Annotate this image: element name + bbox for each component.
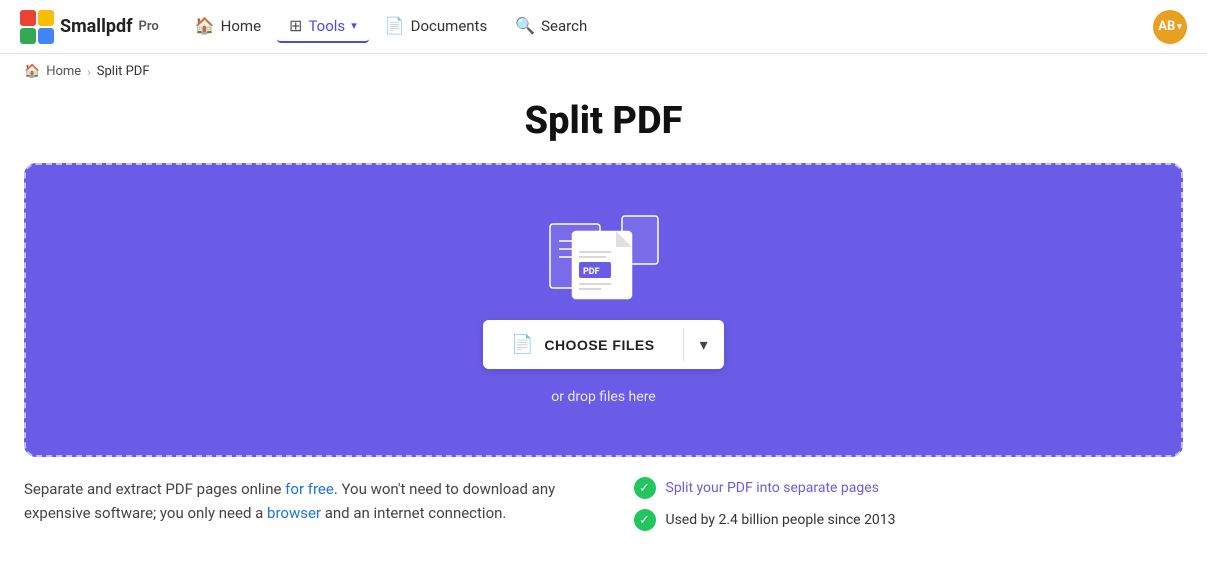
nav-home-label: Home xyxy=(221,17,261,35)
nav-documents[interactable]: 📄 Documents xyxy=(373,10,499,43)
breadcrumb-current: Split PDF xyxy=(97,64,150,79)
user-avatar[interactable]: AB ▾ xyxy=(1153,10,1187,44)
drop-hint-text: or drop files here xyxy=(551,389,655,405)
choose-files-dropdown-button[interactable]: ▾ xyxy=(684,320,724,369)
nav-search-label: Search xyxy=(541,17,587,35)
drop-zone-wrapper: ▷ PDF 📄 CHOOSE FILES xyxy=(24,163,1183,457)
logo-text: Smallpdf xyxy=(60,16,133,37)
choose-files-button[interactable]: 📄 CHOOSE FILES xyxy=(483,320,682,369)
choose-files-label: CHOOSE FILES xyxy=(544,337,654,353)
drop-zone[interactable]: ▷ PDF 📄 CHOOSE FILES xyxy=(24,163,1183,457)
dropdown-chevron-icon: ▾ xyxy=(700,335,708,355)
nav-documents-label: Documents xyxy=(411,17,488,35)
feature-text-1: Split your PDF into separate pages xyxy=(666,480,879,496)
feature-check-icon-1: ✓ xyxy=(634,477,656,499)
pdf-doc-main: PDF xyxy=(571,230,633,300)
file-icon: 📄 xyxy=(511,334,534,355)
breadcrumb: 🏠 Home › Split PDF xyxy=(0,54,1207,89)
breadcrumb-home-icon: 🏠 xyxy=(24,64,40,79)
features-list: ✓ Split your PDF into separate pages ✓ U… xyxy=(634,477,1184,531)
tools-chevron-icon: ▾ xyxy=(351,19,357,32)
avatar-chevron-icon: ▾ xyxy=(1177,22,1182,32)
description-link-free[interactable]: for free xyxy=(285,480,334,498)
nav-items: 🏠 Home ⊞ Tools ▾ 📄 Documents 🔍 Search xyxy=(183,10,1145,43)
pdf-icon-group: ▷ PDF xyxy=(549,215,659,300)
documents-icon: 📄 xyxy=(385,16,405,35)
bottom-section: Separate and extract PDF pages online fo… xyxy=(0,477,1207,531)
nav-tools-label: Tools xyxy=(308,17,345,35)
nav-search[interactable]: 🔍 Search xyxy=(503,10,599,43)
logo-pro: Pro xyxy=(139,19,159,34)
nav-home[interactable]: 🏠 Home xyxy=(183,10,273,43)
smallpdf-logo-icon xyxy=(20,10,54,44)
logo[interactable]: Smallpdf Pro xyxy=(20,10,159,44)
page-title: Split PDF xyxy=(0,99,1207,143)
svg-text:PDF: PDF xyxy=(583,267,600,277)
choose-files-button-group: 📄 CHOOSE FILES ▾ xyxy=(483,320,723,369)
nav-tools[interactable]: ⊞ Tools ▾ xyxy=(277,10,369,43)
feature-item-1: ✓ Split your PDF into separate pages xyxy=(634,477,1184,499)
feature-check-icon-2: ✓ xyxy=(634,509,656,531)
navbar: Smallpdf Pro 🏠 Home ⊞ Tools ▾ 📄 Document… xyxy=(0,0,1207,54)
feature-item-2: ✓ Used by 2.4 billion people since 2013 xyxy=(634,509,1184,531)
description-link-browser[interactable]: browser xyxy=(267,504,321,522)
breadcrumb-separator: › xyxy=(87,65,91,79)
search-icon: 🔍 xyxy=(515,16,535,35)
description-text: Separate and extract PDF pages online fo… xyxy=(24,477,574,531)
feature-text-2: Used by 2.4 billion people since 2013 xyxy=(666,512,896,528)
home-icon: 🏠 xyxy=(195,16,215,35)
feature-link-1[interactable]: Split your PDF into separate pages xyxy=(666,480,879,496)
tools-icon: ⊞ xyxy=(289,16,302,35)
breadcrumb-home[interactable]: Home xyxy=(46,64,81,79)
